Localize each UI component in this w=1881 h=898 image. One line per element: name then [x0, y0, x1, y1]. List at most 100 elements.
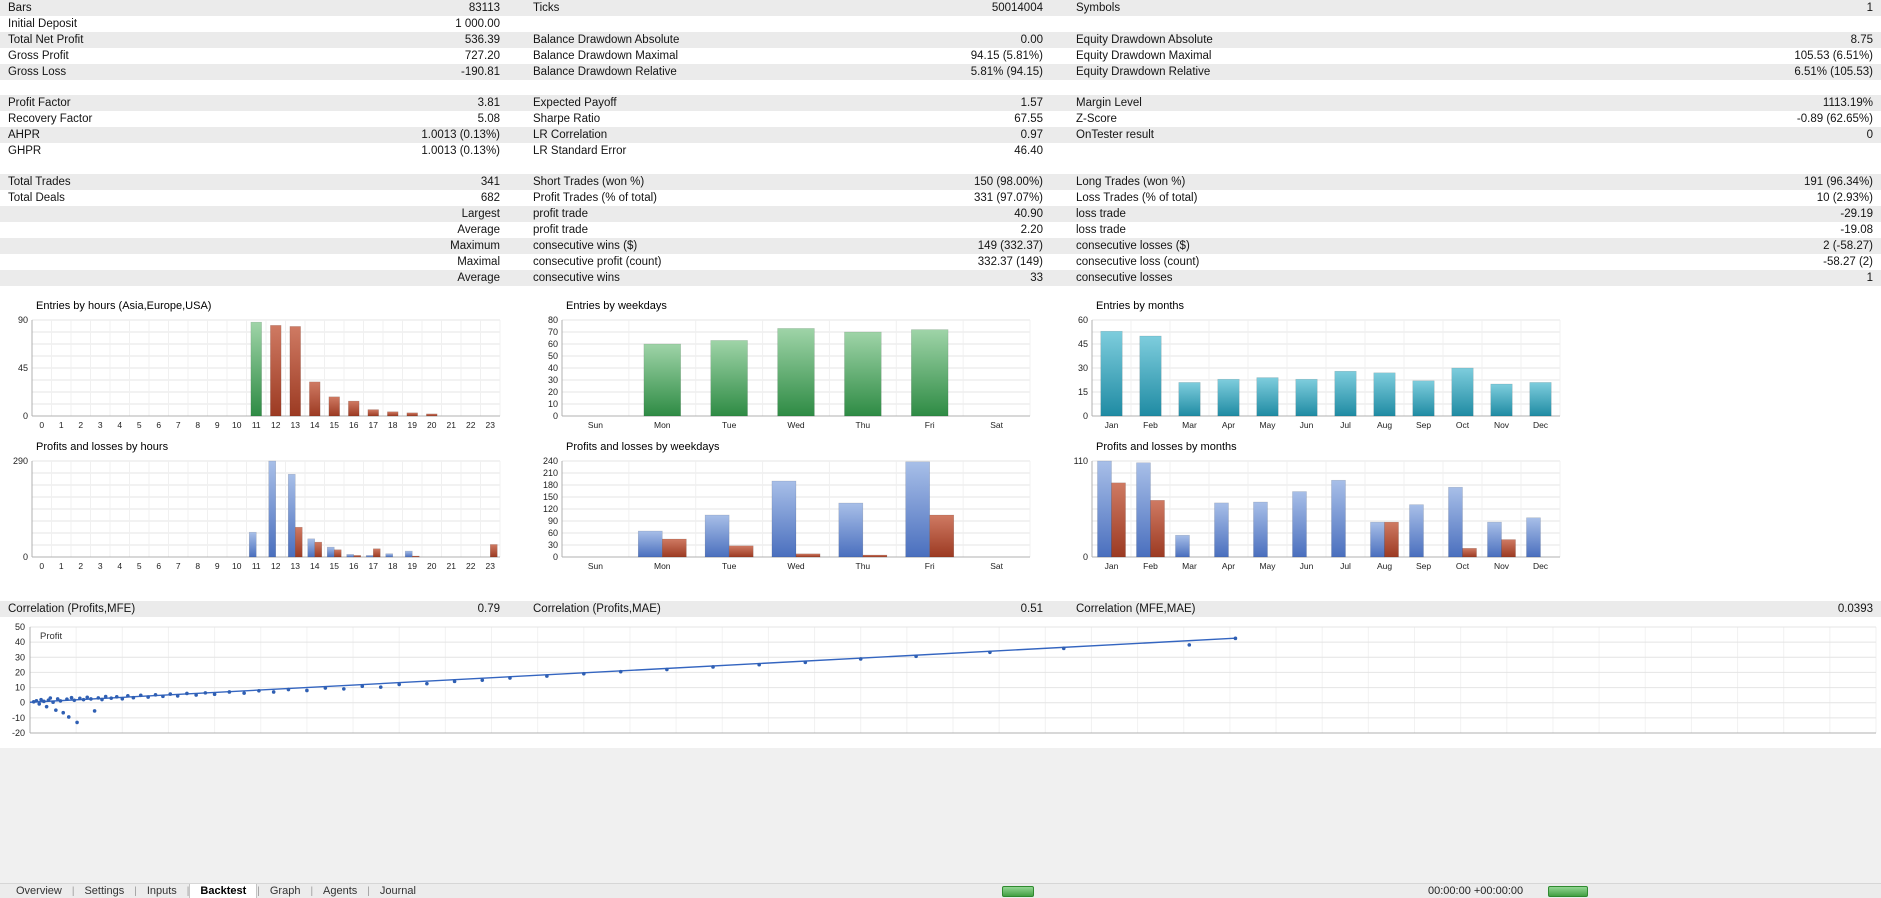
bar: [704, 514, 730, 558]
tab-backtest[interactable]: Backtest: [189, 884, 258, 898]
stat-label: Profit Trades (% of total): [533, 192, 657, 204]
stat-cell: consecutive profit (count) 332.37 (149): [533, 254, 1043, 270]
y-tick-label: -20: [12, 728, 25, 738]
stat-value: 150 (98.00%): [973, 176, 1043, 188]
y-tick-label: 90: [18, 315, 28, 325]
stat-row: GHPR 1.0013 (0.13%) LR Standard Error 46.40: [0, 143, 1881, 159]
scatter-point: [75, 720, 79, 725]
y-tick-label: 30: [15, 652, 25, 662]
stat-cell: Total Deals 682: [0, 190, 500, 206]
x-tick-label: 16: [349, 420, 359, 430]
x-tick-label: Nov: [1494, 420, 1510, 430]
stat-label: Correlation (Profits,MAE): [533, 603, 661, 615]
tab-inputs[interactable]: Inputs: [137, 884, 187, 898]
x-tick-label: 11: [252, 561, 261, 571]
stat-label: Balance Drawdown Maximal: [533, 50, 679, 62]
stat-value: 1.0013 (0.13%): [421, 129, 500, 141]
series-label: Profit: [40, 631, 63, 642]
stat-cell: LR Correlation 0.97: [533, 127, 1043, 143]
stat-label: Correlation (MFE,MAE): [1076, 603, 1196, 615]
x-tick-label: 23: [486, 420, 496, 430]
scatter-point: [54, 708, 58, 712]
entries-by-months-plot: 0 15 30 45 60 Jan Feb Mar Apr May Jun Jul Aug Sep Oct N…: [1078, 315, 1561, 430]
stat-gap-row: [0, 159, 1881, 174]
stat-cell: loss trade -29.19: [1076, 206, 1881, 222]
stat-value: 1 000.00: [455, 18, 500, 30]
x-tick-label: 23: [486, 561, 496, 571]
entries-by-weekdays-plot: 0 10 20 30 40 50 60 70 80 Sun Mon Tue Wed Thu Fri Sat: [548, 315, 1031, 430]
stat-cell: profit trade 2.20: [533, 222, 1043, 238]
x-tick-label: Wed: [787, 420, 805, 430]
stat-row: Average consecutive wins 33 consecutive los…: [0, 270, 1881, 286]
stat-cell: profit trade 40.90: [533, 206, 1043, 222]
stat-label: [0, 206, 8, 222]
y-tick-label: 180: [543, 480, 558, 490]
x-tick-label: Oct: [1456, 561, 1470, 571]
stat-cell: Total Net Profit 536.39: [0, 32, 500, 48]
bar: [795, 553, 821, 558]
y-tick-label: 120: [543, 504, 558, 514]
stat-value: 1: [1866, 272, 1873, 284]
x-tick-label: Sun: [588, 561, 603, 571]
x-tick-label: Sat: [990, 420, 1003, 430]
scatter-point: [81, 697, 86, 702]
y-tick-label: 30: [548, 375, 558, 385]
tab-journal[interactable]: Journal: [370, 884, 426, 898]
stat-row: Maximum consecutive wins ($) 149 (332.37) c…: [0, 238, 1881, 254]
scatter-point: [342, 687, 346, 691]
x-tick-label: 13: [291, 420, 301, 430]
tab-overview[interactable]: Overview: [6, 884, 72, 898]
stat-label: [0, 270, 8, 286]
stat-cell: Loss Trades (% of total) 10 (2.93%): [1076, 190, 1881, 206]
stat-cell: Equity Drawdown Absolute 8.75: [1076, 32, 1881, 48]
pl-by-months-plot: 0 110 Jan Feb Mar Apr May Jun Jul Aug Sep Oct Nov Dec: [1074, 456, 1561, 571]
x-tick-label: 14: [310, 420, 320, 430]
status-chip: [1548, 886, 1588, 897]
stat-value: Largest: [461, 208, 500, 220]
tab-settings[interactable]: Settings: [74, 884, 134, 898]
stat-value: 536.39: [464, 34, 500, 46]
x-tick-label: 2: [78, 420, 83, 430]
stat-cell: consecutive loss (count) -58.27 (2): [1076, 254, 1881, 270]
x-tick-label: 19: [408, 561, 418, 571]
stat-cell: Total Trades 341: [0, 174, 500, 190]
scatter-point: [126, 693, 130, 698]
stat-cell: Initial Deposit 1 000.00: [0, 16, 500, 32]
x-tick-label: Jul: [1340, 420, 1351, 430]
x-tick-label: Sun: [588, 420, 603, 430]
x-tick-label: 12: [271, 561, 281, 571]
scatter-point: [37, 702, 42, 706]
stat-cell: [533, 16, 1043, 32]
tab-graph[interactable]: Graph: [260, 884, 311, 898]
bar: [1331, 479, 1346, 558]
bar: [268, 460, 277, 558]
stat-value: Average: [457, 224, 500, 236]
bar: [1501, 539, 1516, 558]
stat-label: Loss Trades (% of total): [1076, 192, 1198, 204]
y-tick-label: 15: [1078, 387, 1088, 397]
stat-value: -58.27 (2): [1823, 256, 1873, 268]
x-tick-label: 8: [195, 420, 200, 430]
bar: [637, 530, 663, 558]
scatter-point: [161, 694, 165, 699]
x-tick-label: 8: [195, 561, 200, 571]
scatter-point: [397, 682, 402, 687]
stat-value: 0.00: [1020, 34, 1043, 46]
stat-label: LR Correlation: [533, 129, 608, 141]
stat-row: Average profit trade 2.20 loss trade -19.08: [0, 222, 1881, 238]
chart-title: Entries by weekdays: [566, 300, 667, 312]
backtest-report: Bars 83113 Ticks 50014004 Symbols 1 Initial De…: [0, 0, 1881, 898]
stat-label: loss trade: [1076, 208, 1126, 220]
stat-cell: Equity Drawdown Maximal 105.53 (6.51%): [1076, 48, 1881, 64]
stat-row: Initial Deposit 1 000.00: [0, 16, 1881, 32]
tab-agents[interactable]: Agents: [313, 884, 367, 898]
x-tick-label: 11: [252, 420, 261, 430]
bar: [367, 409, 379, 417]
y-tick-label: -10: [12, 713, 25, 723]
stat-value: -190.81: [460, 66, 500, 78]
scatter-point: [227, 690, 232, 694]
x-tick-label: Mon: [654, 561, 671, 571]
stat-label: Total Trades: [8, 176, 71, 188]
stat-label: Profit Factor: [8, 97, 71, 109]
stat-cell: Bars 83113: [0, 0, 500, 16]
